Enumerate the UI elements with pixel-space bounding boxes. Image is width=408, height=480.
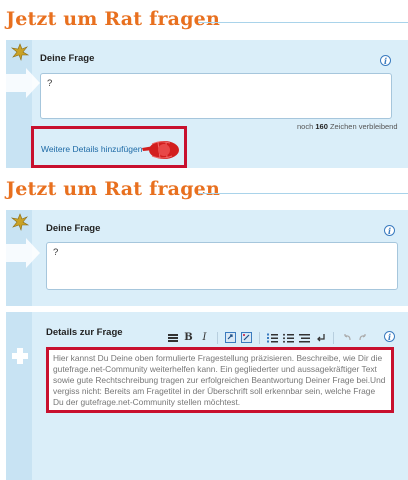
toolbar-separator <box>259 331 260 344</box>
toolbar-separator <box>333 331 334 344</box>
undo-icon[interactable] <box>340 331 353 344</box>
plus-icon <box>12 348 28 364</box>
arrow-icon <box>6 238 40 268</box>
title-divider-top <box>198 22 408 23</box>
add-details-link[interactable]: Weitere Details hinzufügen <box>41 144 142 154</box>
info-icon[interactable]: i <box>384 225 395 236</box>
section-title-bottom: Jetzt um Rat fragen <box>6 178 220 200</box>
ordered-list-icon[interactable] <box>266 331 279 344</box>
linebreak-icon[interactable] <box>314 331 327 344</box>
hand-pointer-icon <box>142 141 179 159</box>
info-icon[interactable]: i <box>384 331 395 342</box>
char-counter: noch 160 Zeichen verbleibend <box>297 122 398 131</box>
bold-icon[interactable]: B <box>182 331 195 344</box>
question-panel-bottom: Deine Frage i ? <box>6 210 408 306</box>
format-icon[interactable] <box>166 331 179 344</box>
counter-suffix: Zeichen verbleibend <box>329 122 398 131</box>
title-divider-bottom <box>198 193 408 194</box>
question-input-value: ? <box>47 78 53 89</box>
unordered-list-icon[interactable] <box>282 331 295 344</box>
editor-toolbar: B I <box>166 331 369 344</box>
question-label: Deine Frage <box>46 223 101 234</box>
leaf-icon <box>10 213 30 232</box>
toolbar-separator <box>217 331 218 344</box>
leaf-icon <box>10 43 30 62</box>
italic-icon[interactable]: I <box>198 331 211 344</box>
counter-prefix: noch <box>297 122 314 131</box>
counter-value: 160 <box>315 122 328 131</box>
question-input[interactable]: ? <box>46 242 398 290</box>
section-title-top: Jetzt um Rat fragen <box>6 8 220 30</box>
align-icon[interactable] <box>298 331 311 344</box>
details-placeholder: Hier kannst Du Deine oben formulierte Fr… <box>53 353 386 407</box>
panel-left-bar <box>6 312 32 480</box>
question-input[interactable]: ? <box>40 73 392 119</box>
info-icon[interactable]: i <box>380 55 391 66</box>
details-panel: Details zur Frage B I i Hier kannst Du D… <box>6 312 408 480</box>
redo-icon[interactable] <box>356 331 369 344</box>
details-textarea[interactable]: Hier kannst Du Deine oben formulierte Fr… <box>46 347 394 413</box>
link-icon[interactable] <box>224 331 237 344</box>
arrow-icon <box>6 68 40 98</box>
unlink-icon[interactable] <box>240 331 253 344</box>
question-label: Deine Frage <box>40 53 95 64</box>
details-label: Details zur Frage <box>46 327 123 338</box>
question-input-value: ? <box>53 247 59 258</box>
